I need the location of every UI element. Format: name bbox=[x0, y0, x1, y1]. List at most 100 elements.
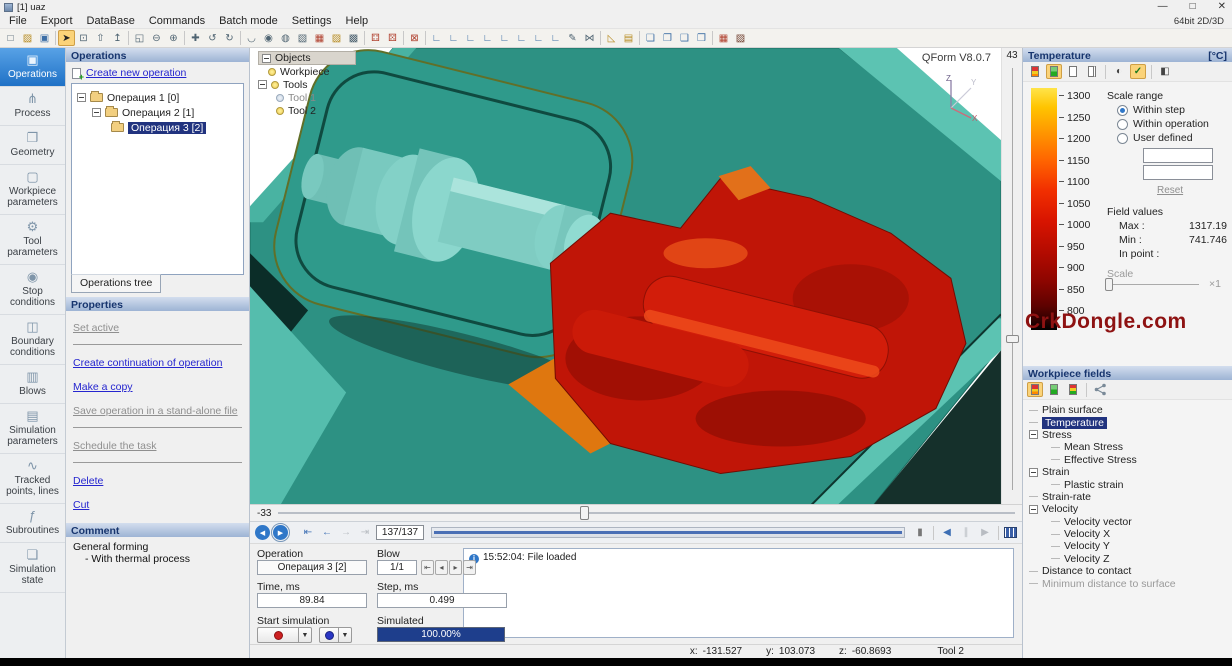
field-display-mixed-icon[interactable] bbox=[1065, 382, 1081, 397]
dimension-tool-7-icon[interactable]: ∟ bbox=[530, 30, 547, 46]
dimension-tool-8-icon[interactable]: ∟ bbox=[547, 30, 564, 46]
smoothing-check-icon[interactable]: ✓ bbox=[1130, 64, 1146, 79]
scale-bands-icon[interactable] bbox=[1027, 64, 1043, 79]
field-row-velocity[interactable]: Velocity bbox=[1029, 503, 1232, 515]
dimension-tool-6-icon[interactable]: ∟ bbox=[513, 30, 530, 46]
collapse-icon[interactable] bbox=[1029, 468, 1038, 477]
blow-last-button[interactable]: ⇥ bbox=[463, 560, 476, 575]
previous-frame-button[interactable]: ← bbox=[319, 525, 335, 540]
open-file-icon[interactable]: ▨ bbox=[19, 30, 36, 46]
dropdown-arrow-icon[interactable]: ▼ bbox=[299, 627, 312, 643]
collapse-icon[interactable] bbox=[262, 54, 271, 63]
trace-points-icon[interactable]: ⊠ bbox=[406, 30, 423, 46]
close-icon[interactable]: ✕ bbox=[1218, 1, 1226, 12]
dimension-tool-5-icon[interactable]: ∟ bbox=[496, 30, 513, 46]
sidebar-item-workpiece-parameters[interactable]: ▢Workpiece parameters bbox=[0, 165, 65, 215]
report-chart-icon[interactable]: ▨ bbox=[732, 30, 749, 46]
layout-single-icon[interactable]: ❏ bbox=[642, 30, 659, 46]
comment-panel-body[interactable]: General forming - With thermal process bbox=[66, 537, 249, 569]
field-row-velocity-z[interactable]: Velocity Z bbox=[1029, 553, 1232, 565]
horizontal-slider-thumb[interactable] bbox=[580, 506, 589, 520]
field-display-bands-icon[interactable] bbox=[1027, 382, 1043, 397]
database-materials-icon[interactable]: ⚄ bbox=[384, 30, 401, 46]
orient-object-icon[interactable]: ↥ bbox=[109, 30, 126, 46]
sidebar-item-geometry[interactable]: ❐Geometry bbox=[0, 126, 65, 165]
layout-split-h-icon[interactable]: ❐ bbox=[659, 30, 676, 46]
operation-node-2[interactable]: Операция 2 [1] bbox=[75, 105, 240, 120]
collapse-icon[interactable] bbox=[1029, 430, 1038, 439]
vertical-slider-track[interactable] bbox=[1012, 68, 1013, 490]
create-new-operation-link[interactable]: Create new operation bbox=[86, 67, 186, 79]
mesh-view-icon[interactable]: ▦ bbox=[311, 30, 328, 46]
visibility-bulb-icon[interactable] bbox=[276, 94, 284, 102]
layout-split-v-icon[interactable]: ❑ bbox=[676, 30, 693, 46]
minimize-icon[interactable]: — bbox=[1158, 1, 1168, 12]
radio-within-operation[interactable]: Within operation bbox=[1117, 118, 1209, 130]
scale-smooth-icon[interactable] bbox=[1046, 64, 1062, 79]
scale-slider-track[interactable] bbox=[1107, 284, 1199, 285]
user-defined-min-input[interactable] bbox=[1143, 165, 1213, 180]
sidebar-item-simulation-parameters[interactable]: ▤Simulation parameters bbox=[0, 404, 65, 454]
field-row-effective-stress[interactable]: Effective Stress bbox=[1029, 454, 1232, 466]
vertical-slider-thumb[interactable] bbox=[1006, 335, 1019, 343]
cut-link[interactable]: Cut bbox=[73, 499, 242, 511]
object-row-workpiece[interactable]: Workpiece bbox=[258, 65, 356, 78]
blow-previous-button[interactable]: ◂ bbox=[435, 560, 448, 575]
3d-viewport[interactable]: Objects Workpiece Tools bbox=[250, 48, 1001, 504]
zoom-window-icon[interactable]: ◱ bbox=[131, 30, 148, 46]
menu-file[interactable]: File bbox=[2, 15, 34, 27]
field-row-strain[interactable]: Strain bbox=[1029, 466, 1232, 478]
radio-icon[interactable] bbox=[1117, 105, 1128, 116]
log-panel[interactable]: i15:52:04: File loaded bbox=[463, 548, 1014, 638]
pause-button[interactable]: ∥ bbox=[958, 525, 974, 540]
blow-field[interactable]: 1/1 bbox=[377, 560, 417, 575]
blow-next-button[interactable]: ▸ bbox=[449, 560, 462, 575]
sidebar-item-operations[interactable]: ▣Operations bbox=[0, 48, 65, 87]
tab-operations-tree[interactable]: Operations tree bbox=[71, 274, 161, 293]
radio-within-step[interactable]: Within step bbox=[1117, 104, 1185, 116]
dropdown-arrow-icon[interactable]: ▼ bbox=[339, 627, 352, 643]
menu-batch-mode[interactable]: Batch mode bbox=[212, 15, 285, 27]
reset-link[interactable]: Reset bbox=[1157, 185, 1183, 196]
collapse-icon[interactable] bbox=[92, 108, 101, 117]
set-active-link[interactable]: Set active bbox=[73, 322, 242, 334]
angle-ruler-icon[interactable]: ◺ bbox=[603, 30, 620, 46]
sidebar-item-stop-conditions[interactable]: ◉Stop conditions bbox=[0, 265, 65, 315]
field-row-velocity-y[interactable]: Velocity Y bbox=[1029, 540, 1232, 552]
save-standalone-link[interactable]: Save operation in a stand-alone file bbox=[73, 405, 242, 417]
dimension-tool-2-icon[interactable]: ∟ bbox=[445, 30, 462, 46]
sidebar-item-process[interactable]: ⋔Process bbox=[0, 87, 65, 126]
object-row-tool-2[interactable]: Tool 2 bbox=[258, 104, 356, 117]
menu-database[interactable]: DataBase bbox=[80, 15, 142, 27]
visibility-bulb-icon[interactable] bbox=[268, 68, 276, 76]
radio-icon[interactable] bbox=[1117, 119, 1128, 130]
sidebar-item-subroutines[interactable]: ƒSubroutines bbox=[0, 504, 65, 543]
dimension-tool-4-icon[interactable]: ∟ bbox=[479, 30, 496, 46]
create-continuation-link[interactable]: Create continuation of operation bbox=[73, 357, 242, 369]
show-object-icon[interactable]: ◉ bbox=[260, 30, 277, 46]
menu-settings[interactable]: Settings bbox=[285, 15, 339, 27]
dimension-tool-3-icon[interactable]: ∟ bbox=[462, 30, 479, 46]
step-forward-button[interactable]: ▶ bbox=[273, 525, 288, 540]
frame-counter[interactable]: 137/137 bbox=[376, 525, 424, 540]
operation-node-1[interactable]: Операция 1 [0] bbox=[75, 90, 240, 105]
sidebar-item-tracked-points[interactable]: ∿Tracked points, lines bbox=[0, 454, 65, 504]
field-row-plain-surface[interactable]: Plain surface bbox=[1029, 404, 1232, 416]
pan-view-icon[interactable]: ✚ bbox=[187, 30, 204, 46]
sidebar-item-blows[interactable]: ▥Blows bbox=[0, 365, 65, 404]
user-defined-max-input[interactable] bbox=[1143, 148, 1213, 163]
field-row-velocity-x[interactable]: Velocity X bbox=[1029, 528, 1232, 540]
sidebar-item-tool-parameters[interactable]: ⚙Tool parameters bbox=[0, 215, 65, 265]
collapse-icon[interactable] bbox=[258, 80, 267, 89]
measure-section-icon[interactable]: ⋈ bbox=[581, 30, 598, 46]
timeline-track[interactable] bbox=[431, 527, 905, 538]
step-back-button[interactable]: ◀ bbox=[255, 525, 270, 540]
play-forward-button[interactable]: ▶ bbox=[977, 525, 993, 540]
field-row-minimum-distance[interactable]: Minimum distance to surface bbox=[1029, 577, 1232, 589]
share-field-icon[interactable] bbox=[1092, 382, 1108, 397]
collapse-icon[interactable] bbox=[1029, 505, 1038, 514]
field-row-distance-to-contact[interactable]: Distance to contact bbox=[1029, 565, 1232, 577]
menu-export[interactable]: Export bbox=[34, 15, 80, 27]
transparency-icon[interactable]: ◍ bbox=[277, 30, 294, 46]
sidebar-item-simulation-state[interactable]: ❏Simulation state bbox=[0, 543, 65, 593]
